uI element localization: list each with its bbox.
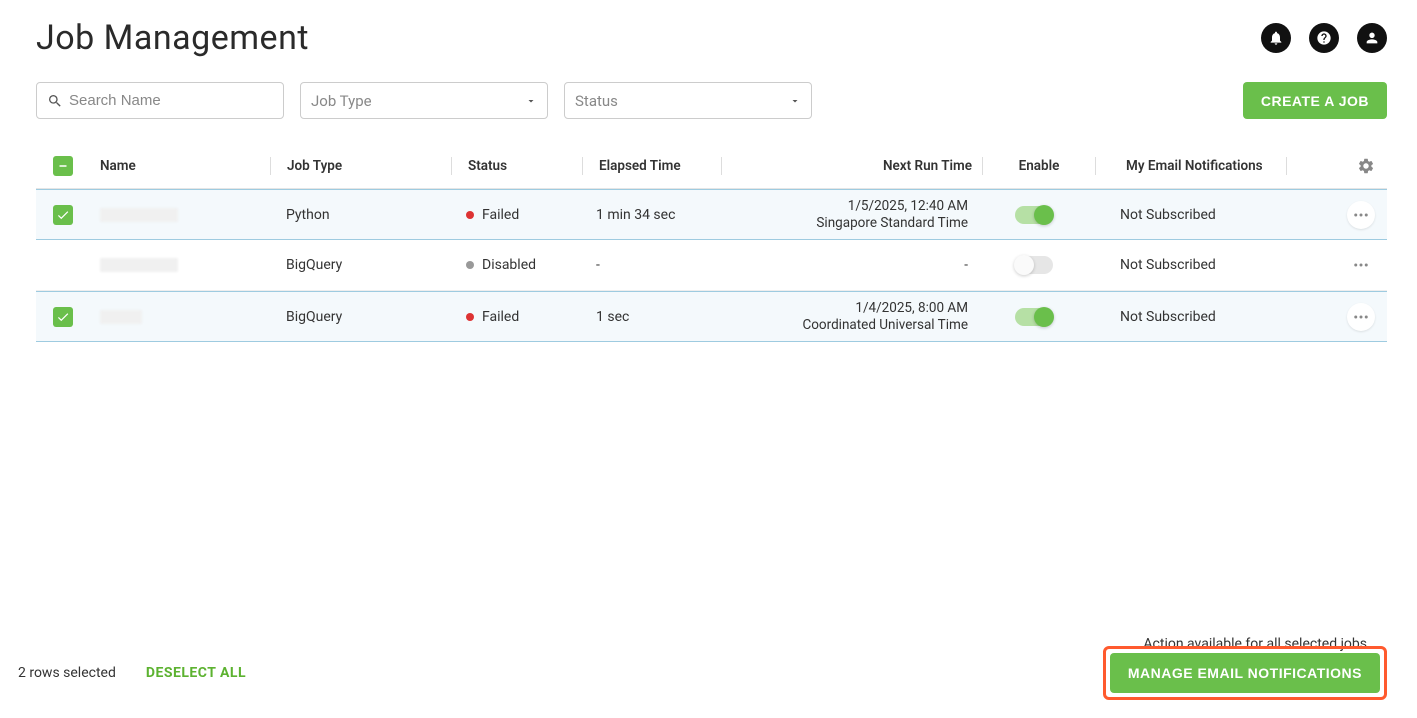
row-checkbox[interactable] <box>53 205 73 225</box>
deselect-all-button[interactable]: DESELECT ALL <box>146 665 246 681</box>
manage-email-notifications-button[interactable]: MANAGE EMAIL NOTIFICATIONS <box>1110 653 1380 693</box>
status-dot-icon <box>466 261 474 269</box>
job-name-redacted <box>100 258 178 272</box>
cell-status: Failed <box>450 207 580 223</box>
job-name-redacted <box>100 208 178 222</box>
cell-elapsed: 1 min 34 sec <box>580 207 718 223</box>
jobs-table: Name Job Type Status Elapsed Time Next R… <box>36 143 1387 342</box>
gear-icon[interactable] <box>1357 157 1375 175</box>
table-row[interactable]: BigQueryDisabled--Not Subscribed <box>36 240 1387 291</box>
cell-email: Not Subscribed <box>1090 207 1280 223</box>
col-jobtype[interactable]: Job Type <box>271 158 451 174</box>
cell-nextrun: 1/4/2025, 8:00 AMCoordinated Universal T… <box>718 300 978 334</box>
chevron-down-icon <box>789 95 801 107</box>
manage-highlight-box: MANAGE EMAIL NOTIFICATIONS <box>1103 646 1387 700</box>
status-dot-icon <box>466 211 474 219</box>
table-row[interactable]: BigQueryFailed1 sec1/4/2025, 8:00 AMCoor… <box>36 291 1387 342</box>
cell-status: Failed <box>450 309 580 325</box>
job-name-redacted <box>100 310 142 324</box>
cell-jobtype: BigQuery <box>270 257 450 273</box>
rows-selected-label: 2 rows selected <box>18 665 116 681</box>
help-icon[interactable] <box>1309 23 1339 53</box>
chevron-down-icon <box>525 95 537 107</box>
search-input[interactable] <box>69 92 273 109</box>
search-icon <box>47 93 63 109</box>
col-nextrun[interactable]: Next Run Time <box>722 158 982 174</box>
page-title: Job Management <box>36 18 309 58</box>
table-header: Name Job Type Status Elapsed Time Next R… <box>36 143 1387 189</box>
cell-nextrun: - <box>718 257 978 274</box>
select-all-checkbox[interactable] <box>53 156 73 176</box>
cell-elapsed: - <box>580 257 718 273</box>
enable-toggle[interactable] <box>1015 308 1053 326</box>
status-dot-icon <box>466 313 474 321</box>
cell-email: Not Subscribed <box>1090 309 1280 325</box>
jobtype-select-label: Job Type <box>311 92 372 110</box>
search-input-wrapper[interactable] <box>36 82 284 119</box>
enable-toggle[interactable] <box>1015 256 1053 274</box>
table-row[interactable]: PythonFailed1 min 34 sec1/5/2025, 12:40 … <box>36 189 1387 240</box>
enable-toggle[interactable] <box>1015 206 1053 224</box>
cell-elapsed: 1 sec <box>580 309 718 325</box>
status-select[interactable]: Status <box>564 82 812 119</box>
cell-jobtype: Python <box>270 207 450 223</box>
cell-email: Not Subscribed <box>1090 257 1280 273</box>
row-checkbox[interactable] <box>53 307 73 327</box>
cell-nextrun: 1/5/2025, 12:40 AMSingapore Standard Tim… <box>718 198 978 232</box>
more-actions-button[interactable] <box>1347 201 1375 229</box>
notifications-icon[interactable] <box>1261 23 1291 53</box>
col-email[interactable]: My Email Notifications <box>1096 158 1286 174</box>
account-icon[interactable] <box>1357 23 1387 53</box>
jobtype-select[interactable]: Job Type <box>300 82 548 119</box>
cell-status: Disabled <box>450 257 580 273</box>
cell-jobtype: BigQuery <box>270 309 450 325</box>
more-actions-button[interactable] <box>1347 303 1375 331</box>
col-elapsed[interactable]: Elapsed Time <box>583 158 721 174</box>
create-job-button[interactable]: CREATE A JOB <box>1243 82 1387 119</box>
col-status[interactable]: Status <box>452 158 582 174</box>
status-select-label: Status <box>575 92 618 110</box>
more-actions-button[interactable] <box>1347 251 1375 279</box>
col-enable[interactable]: Enable <box>983 158 1095 174</box>
col-name[interactable]: Name <box>90 158 270 174</box>
